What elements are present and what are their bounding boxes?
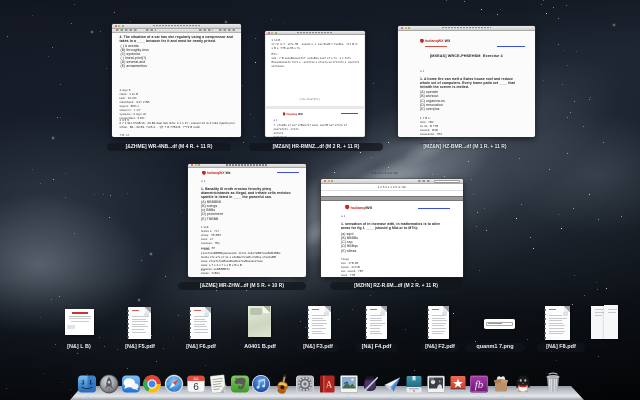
svg-text:A: A bbox=[326, 393, 333, 400]
svg-text:JUL: JUL bbox=[193, 377, 199, 381]
svg-text:A: A bbox=[326, 380, 333, 390]
svg-text:6: 6 bbox=[193, 390, 199, 400]
